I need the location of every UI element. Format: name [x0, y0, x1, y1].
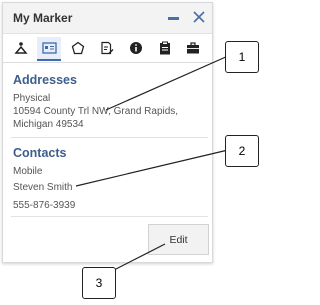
polygon-icon [71, 41, 85, 55]
contact-phone: 555-876-3939 [13, 200, 76, 211]
briefcase-icon [187, 42, 199, 54]
tab-clipboard[interactable] [153, 37, 177, 59]
address-line-2: Michigan 49534 [13, 119, 84, 130]
tab-bar [3, 34, 212, 63]
callout-1: 1 [225, 41, 259, 73]
panel-header: My Marker [3, 3, 212, 34]
tab-polygon[interactable] [66, 37, 90, 59]
tab-hiker[interactable] [9, 37, 33, 59]
contact-type: Mobile [13, 166, 43, 177]
section-divider [11, 137, 208, 138]
contact-card-icon [41, 42, 57, 54]
contacts-heading: Contacts [13, 146, 67, 160]
tab-briefcase[interactable] [181, 37, 205, 59]
hiker-icon [14, 42, 28, 54]
callout-2: 2 [225, 135, 259, 167]
address-type: Physical [13, 93, 51, 104]
edit-document-icon [101, 41, 114, 55]
edit-button[interactable]: Edit [148, 224, 209, 255]
contact-name: Steven Smith [13, 182, 73, 193]
address-line-1: 10594 County Trl NW, Grand Rapids, [13, 106, 179, 117]
tab-edit-document[interactable] [95, 37, 119, 59]
tab-contact-card[interactable] [37, 37, 61, 61]
panel-title: My Marker [13, 11, 73, 25]
section-divider [11, 216, 208, 217]
tab-info[interactable] [124, 37, 148, 59]
callout-3: 3 [82, 267, 116, 299]
addresses-heading: Addresses [13, 73, 77, 87]
minimize-icon[interactable] [168, 17, 179, 20]
clipboard-icon [160, 41, 170, 55]
info-icon [130, 42, 142, 54]
close-icon[interactable] [191, 9, 207, 25]
